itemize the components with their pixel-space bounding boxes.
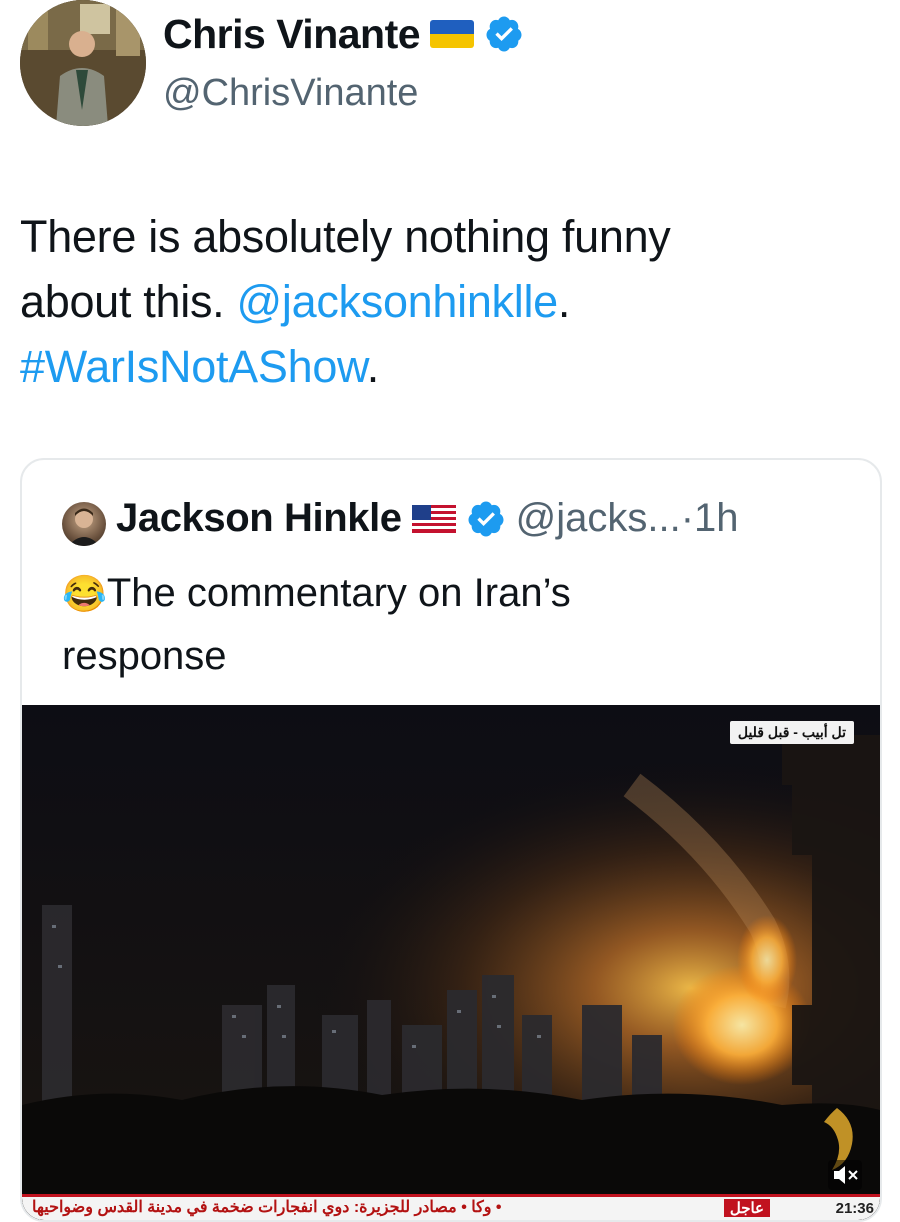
laughing-emoji-icon: 😂 <box>62 573 107 614</box>
quoted-text-line-2: response <box>62 634 227 678</box>
mention-link[interactable]: @jacksonhinklle <box>237 276 559 327</box>
quoted-author-name[interactable]: Jackson Hinkle <box>116 496 402 541</box>
quoted-author-avatar[interactable] <box>62 502 106 546</box>
tweet-text: There is absolutely nothing funny about … <box>20 204 880 399</box>
author-name-row: Chris Vinante <box>163 8 524 60</box>
tweet-line-2: about this. @jacksonhinklle. <box>20 269 880 334</box>
author-handle[interactable]: @ChrisVinante <box>163 68 418 118</box>
usa-flag-icon <box>411 504 456 533</box>
quoted-verified-badge-icon <box>468 501 504 536</box>
tweet-line-2-suffix: . <box>557 276 571 327</box>
ukraine-flag-icon <box>430 20 475 48</box>
news-ticker: وكا • مصادر للجزيرة: دوي انفجارات ضخمة ف… <box>22 1194 880 1220</box>
ticker-divider <box>22 1194 880 1197</box>
author-name[interactable]: Chris Vinante <box>163 8 421 60</box>
verified-badge-icon <box>486 16 522 52</box>
tweet-line-2-prefix: about this. <box>20 276 237 327</box>
location-tag: تل أبيب - قبل قليل <box>729 721 854 744</box>
quoted-tweet-card[interactable]: Jackson Hinkle @jacks...·1h 😂The comment… <box>20 458 882 1222</box>
mute-icon[interactable] <box>828 1160 862 1190</box>
tweet-line-1: There is absolutely nothing funny <box>20 211 671 262</box>
broadcast-time: 21:36 <box>835 1200 874 1217</box>
quoted-header: Jackson Hinkle @jacks...·1h <box>116 496 739 541</box>
hashtag-link[interactable]: #WarIsNotAShow <box>20 341 367 392</box>
ticker-text: وكا • مصادر للجزيرة: دوي انفجارات ضخمة ف… <box>32 1199 502 1216</box>
video-player[interactable]: تل أبيب - قبل قليل وكا • مصادر للجزيرة: … <box>22 705 880 1220</box>
quoted-handle-time[interactable]: @jacks...·1h <box>516 496 739 541</box>
quoted-text: 😂The commentary on Iran’s response <box>62 562 842 687</box>
video-frame <box>22 705 880 1220</box>
tweet-line-3-suffix: . <box>366 341 380 392</box>
quoted-text-line-1-text: The commentary on Iran’s <box>106 571 571 615</box>
tweet-line-3: #WarIsNotAShow. <box>20 334 880 399</box>
urgent-badge: عاجل <box>723 1199 770 1217</box>
quoted-text-line-1: 😂The commentary on Iran’s <box>62 562 842 625</box>
author-avatar[interactable] <box>20 0 146 126</box>
